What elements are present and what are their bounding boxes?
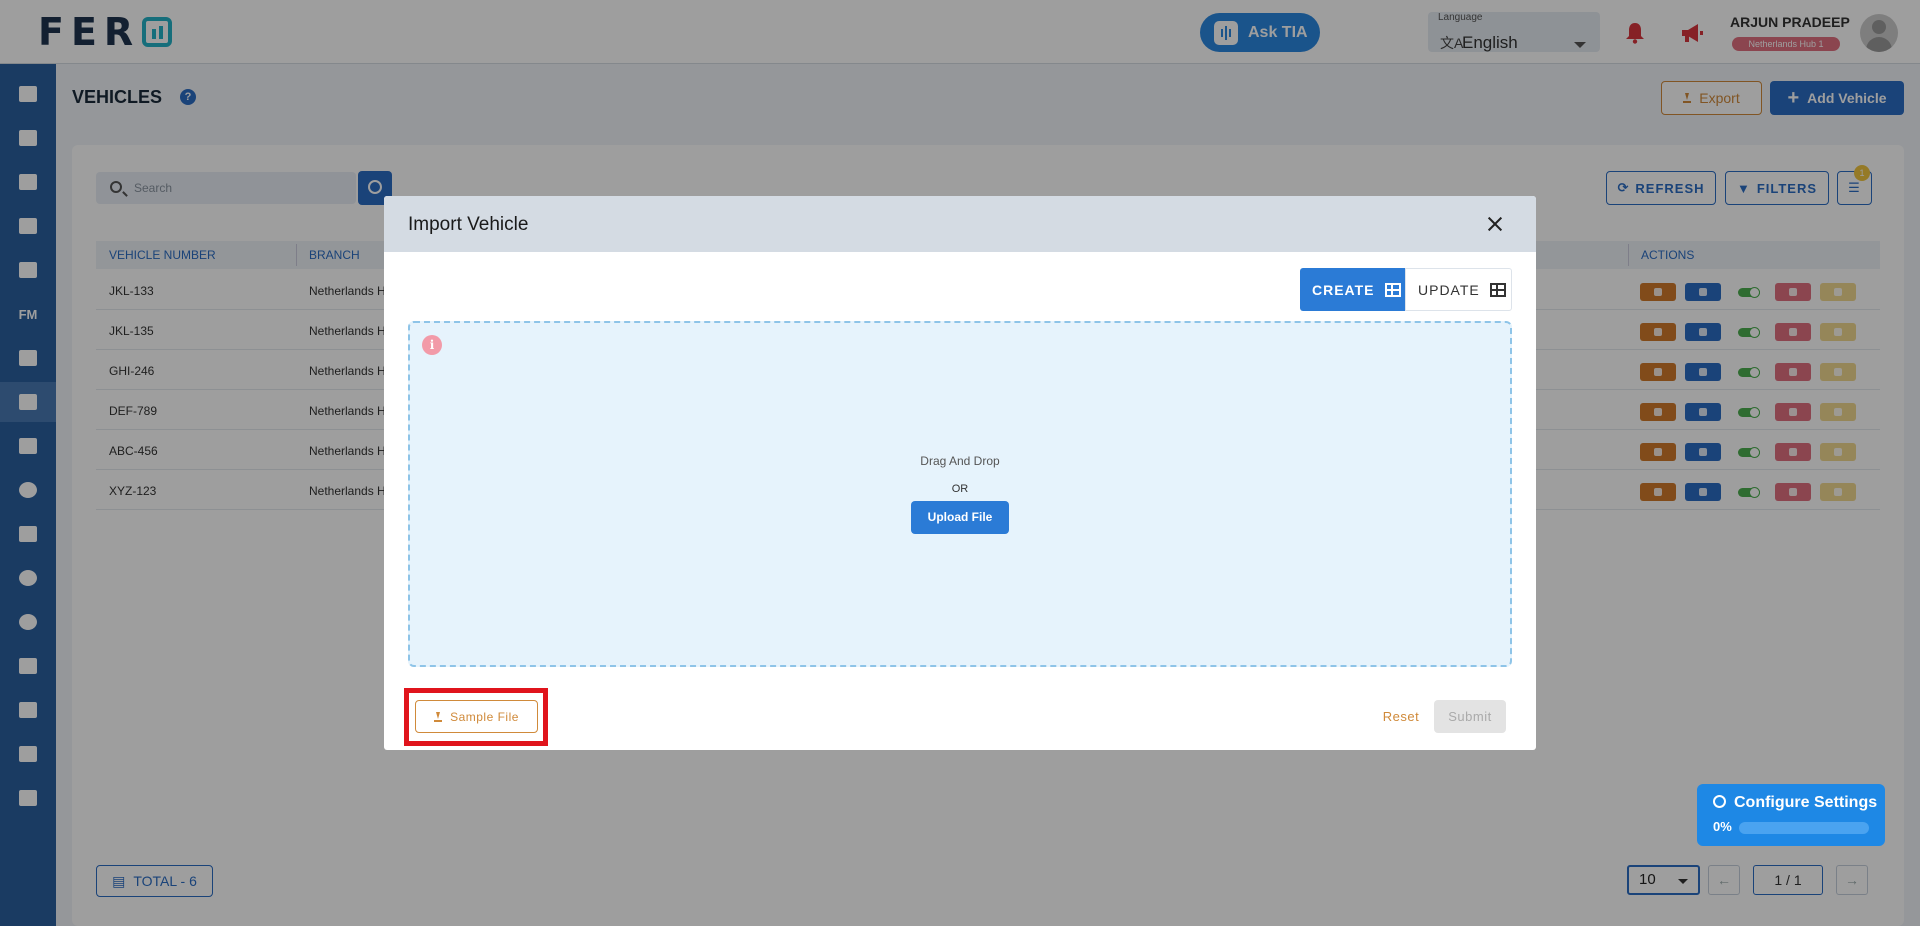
file-dropzone[interactable]: i Drag And Drop OR Upload File	[408, 321, 1512, 667]
upload-file-button[interactable]: Upload File	[911, 501, 1009, 534]
drag-drop-text: Drag And Drop	[920, 454, 1000, 468]
table-add-icon	[1384, 282, 1401, 297]
progress-circle-icon	[1713, 795, 1726, 808]
sample-file-button[interactable]: Sample File	[415, 700, 538, 733]
create-mode-button[interactable]: CREATE	[1300, 268, 1405, 311]
submit-button[interactable]: Submit	[1434, 700, 1506, 733]
sample-file-label: Sample File	[450, 709, 519, 724]
update-label: UPDATE	[1418, 281, 1480, 298]
table-edit-icon	[1489, 282, 1506, 297]
configure-settings-percent: 0%	[1713, 819, 1732, 834]
update-mode-button[interactable]: UPDATE	[1405, 268, 1512, 311]
configure-settings-progress-bar	[1739, 822, 1869, 834]
configure-settings-title: Configure Settings	[1734, 794, 1878, 811]
reset-button[interactable]: Reset	[1370, 700, 1432, 733]
download-icon	[434, 711, 443, 722]
create-label: CREATE	[1312, 281, 1375, 298]
info-icon[interactable]: i	[422, 335, 442, 355]
import-vehicle-modal: Import Vehicle CREATE UPDATE i Drag And …	[384, 196, 1536, 750]
modal-header: Import Vehicle	[384, 196, 1536, 252]
modal-title: Import Vehicle	[408, 214, 529, 235]
configure-settings-widget[interactable]: Configure Settings 0%	[1697, 784, 1885, 846]
or-text: OR	[951, 483, 969, 495]
close-icon[interactable]	[1484, 212, 1508, 236]
